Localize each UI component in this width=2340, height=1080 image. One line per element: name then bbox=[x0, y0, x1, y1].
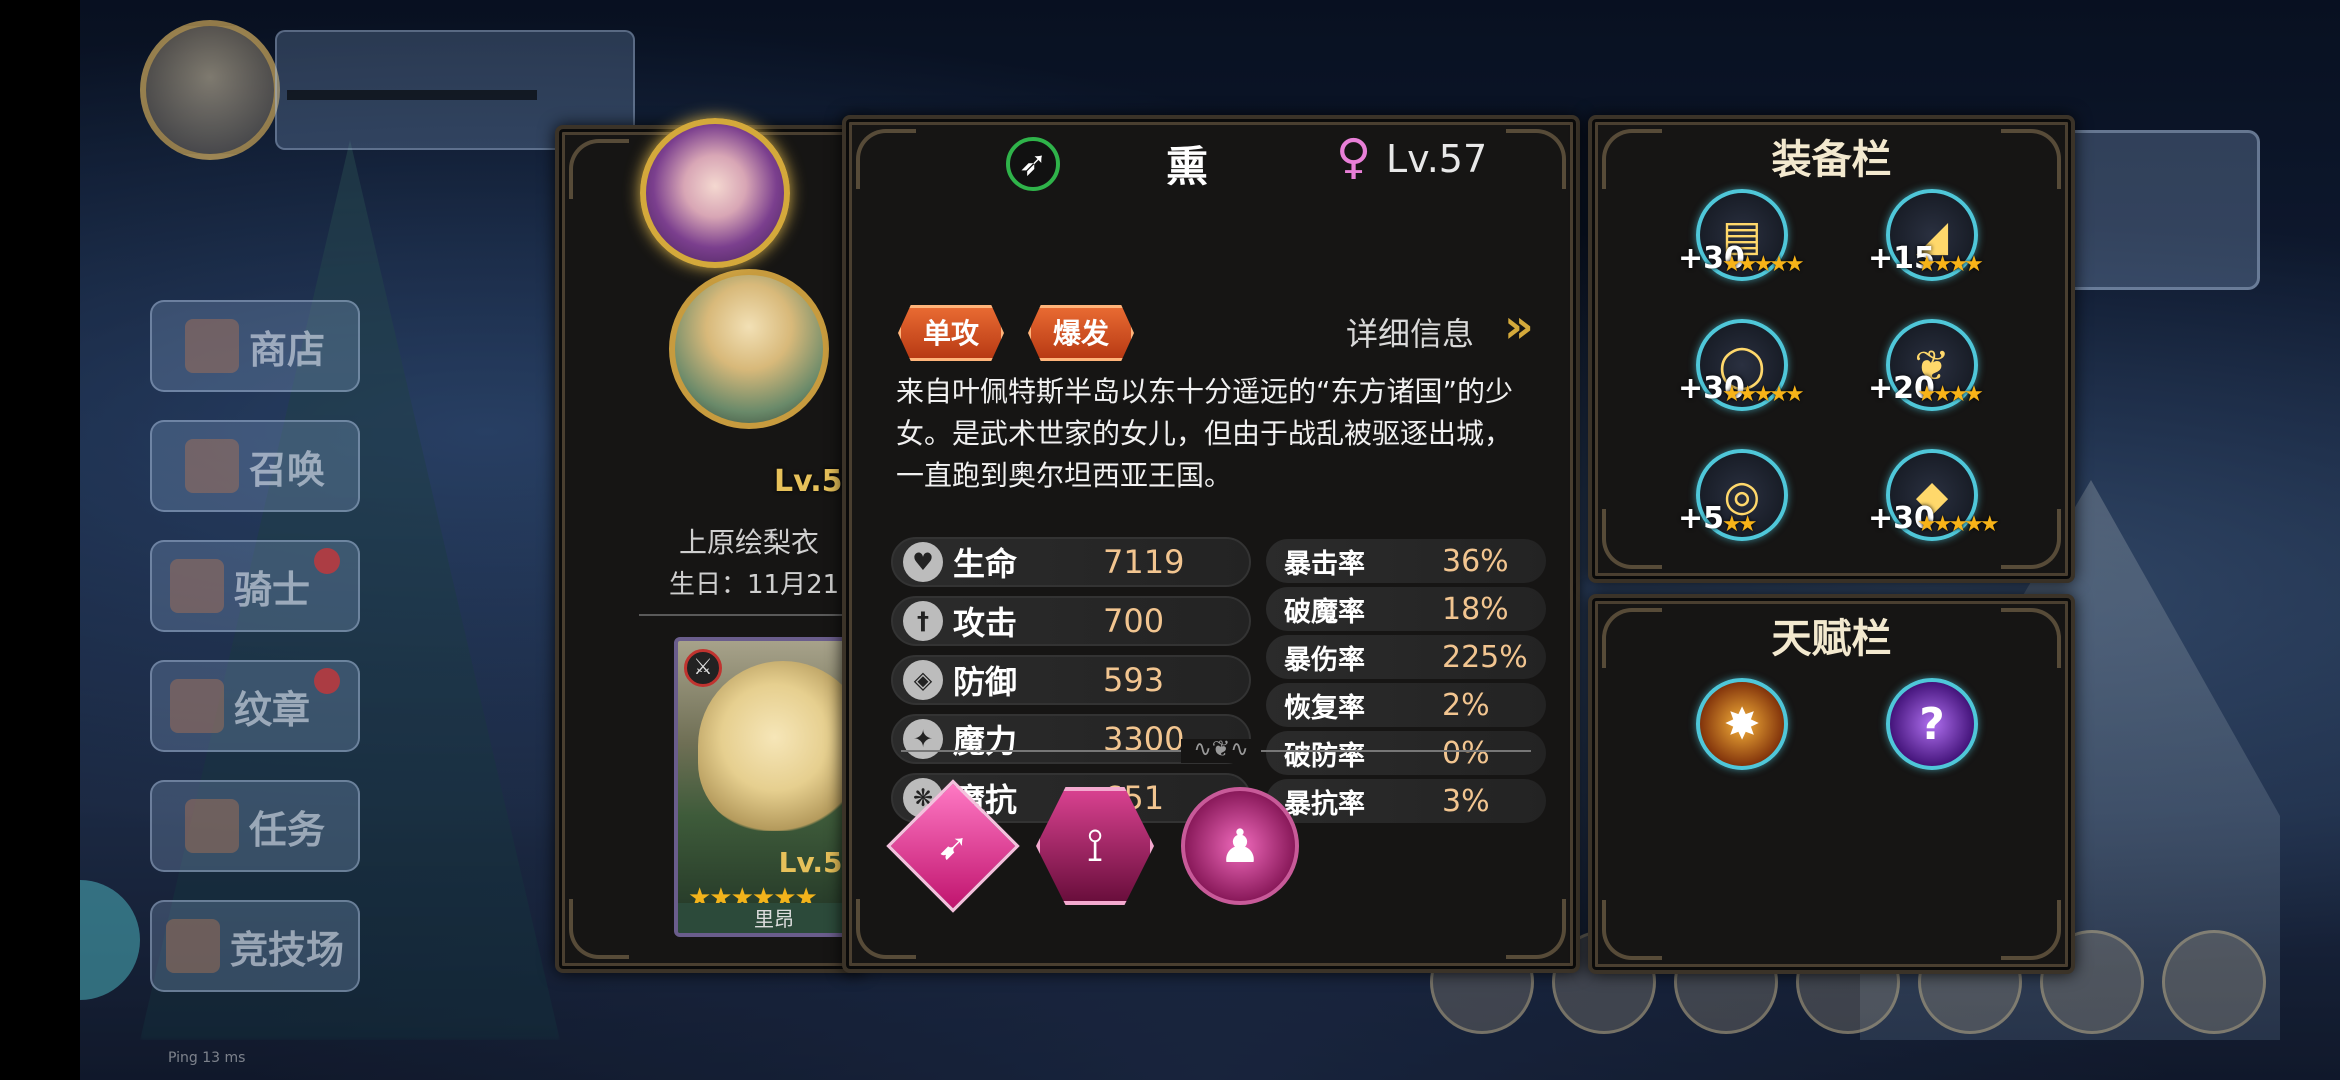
talent-title: 天赋栏 bbox=[1771, 616, 1892, 662]
heart-icon: ♥ bbox=[903, 542, 943, 582]
bottom-nav-button[interactable] bbox=[2162, 930, 2266, 1034]
stat-crit-damage: 暴伤率 225% bbox=[1266, 635, 1546, 679]
secondary-stats: 暴击率 36% 破魔率 18% 暴伤率 225% 恢复率 2% 破防率 0% 暴抗率 3% bbox=[1266, 539, 1546, 827]
equip-stars: ★★★★★ bbox=[1722, 382, 1805, 407]
stat-magic-pen: 破魔率 18% bbox=[1266, 587, 1546, 631]
partner-birthday: 生日：11月21 bbox=[669, 570, 840, 600]
equip-plus: +5 bbox=[1678, 501, 1725, 536]
character-name: 熏 bbox=[1166, 142, 1209, 191]
character-portrait[interactable] bbox=[640, 118, 790, 268]
bow-class-icon: ➶ bbox=[1006, 137, 1060, 191]
character-panel: ➶ 熏 ♀ Lv.57 单攻 爆发 详细信息 » 来自叶佩特斯半岛以东十分遥远的… bbox=[842, 115, 1580, 973]
notification-badge bbox=[314, 548, 340, 574]
crest-icon bbox=[169, 679, 224, 733]
character-description: 来自叶佩特斯半岛以东十分遥远的“东方诸国”的少女。是武术世家的女儿，但由于战乱被… bbox=[896, 375, 1514, 492]
talent-slot-sunburst[interactable]: ✸ bbox=[1696, 678, 1788, 770]
stat-attack: † 攻击 700 bbox=[891, 596, 1251, 646]
quest-icon bbox=[184, 799, 239, 853]
equip-stars: ★★★★ bbox=[1917, 252, 1984, 277]
talent-panel: 天赋栏 ✸ ? bbox=[1588, 594, 2075, 974]
side-menu-quest[interactable]: 任务 bbox=[150, 780, 360, 872]
side-menu-shop[interactable]: 商店 bbox=[150, 300, 360, 392]
character-header: ➶ 熏 ♀ Lv.57 bbox=[846, 119, 1576, 209]
skill-silhouette-icon[interactable]: ♟ bbox=[1181, 787, 1299, 905]
talent-slot-mystery[interactable]: ? bbox=[1886, 678, 1978, 770]
side-menu-arena[interactable]: 竞技场 bbox=[150, 900, 360, 992]
partner-name: 上原绘梨衣 bbox=[679, 526, 820, 559]
arena-icon bbox=[165, 919, 220, 973]
partner-avatar[interactable] bbox=[669, 269, 829, 429]
side-menu: 商店 召唤 骑士 纹章 任务 竞技场 bbox=[150, 300, 380, 1020]
side-menu-summon[interactable]: 召唤 bbox=[150, 420, 360, 512]
equipment-title: 装备栏 bbox=[1771, 137, 1892, 183]
sunburst-icon: ✸ bbox=[1723, 698, 1761, 750]
player-avatar[interactable] bbox=[140, 20, 280, 160]
equip-stars: ★★★★★ bbox=[1917, 512, 2000, 537]
female-icon: ♀ bbox=[1336, 129, 1372, 185]
notification-badge bbox=[314, 668, 340, 694]
sword-class-icon: ⚔ bbox=[684, 649, 722, 687]
stat-defense: ◈ 防御 593 bbox=[891, 655, 1251, 705]
ping-readout: Ping 13 ms bbox=[168, 1050, 246, 1066]
shop-icon bbox=[184, 319, 239, 373]
equip-stars: ★★ bbox=[1722, 512, 1758, 537]
stat-recovery: 恢复率 2% bbox=[1266, 683, 1546, 727]
tag-burst: 爆发 bbox=[1028, 305, 1134, 361]
stat-hp: ♥ 生命 7119 bbox=[891, 537, 1251, 587]
equip-stars: ★★★★★ bbox=[1722, 252, 1805, 277]
tag-single-target: 单攻 bbox=[898, 305, 1004, 361]
mystery-icon: ? bbox=[1919, 698, 1945, 750]
character-level: Lv.57 bbox=[1386, 137, 1488, 181]
shield-icon: ◈ bbox=[903, 660, 943, 700]
sword-icon: † bbox=[903, 601, 943, 641]
ornament-divider: ∿❦∿ bbox=[901, 739, 1531, 763]
summon-icon bbox=[184, 439, 239, 493]
stat-crit-resist: 暴抗率 3% bbox=[1266, 779, 1546, 823]
detail-info-link[interactable]: 详细信息 bbox=[1346, 309, 1474, 355]
equip-stars: ★★★★ bbox=[1917, 382, 1984, 407]
stat-crit-rate: 暴击率 36% bbox=[1266, 539, 1546, 583]
side-menu-knight[interactable]: 骑士 bbox=[150, 540, 360, 632]
side-menu-crest[interactable]: 纹章 bbox=[150, 660, 360, 752]
knight-icon bbox=[169, 559, 224, 613]
double-chevron-right-icon[interactable]: » bbox=[1504, 299, 1534, 353]
equipment-panel: 装备栏 ▤ +30 ★★★★★ ◢ +15 ★★★★ ◯ +30 ★★★★★ ❦… bbox=[1588, 115, 2075, 583]
